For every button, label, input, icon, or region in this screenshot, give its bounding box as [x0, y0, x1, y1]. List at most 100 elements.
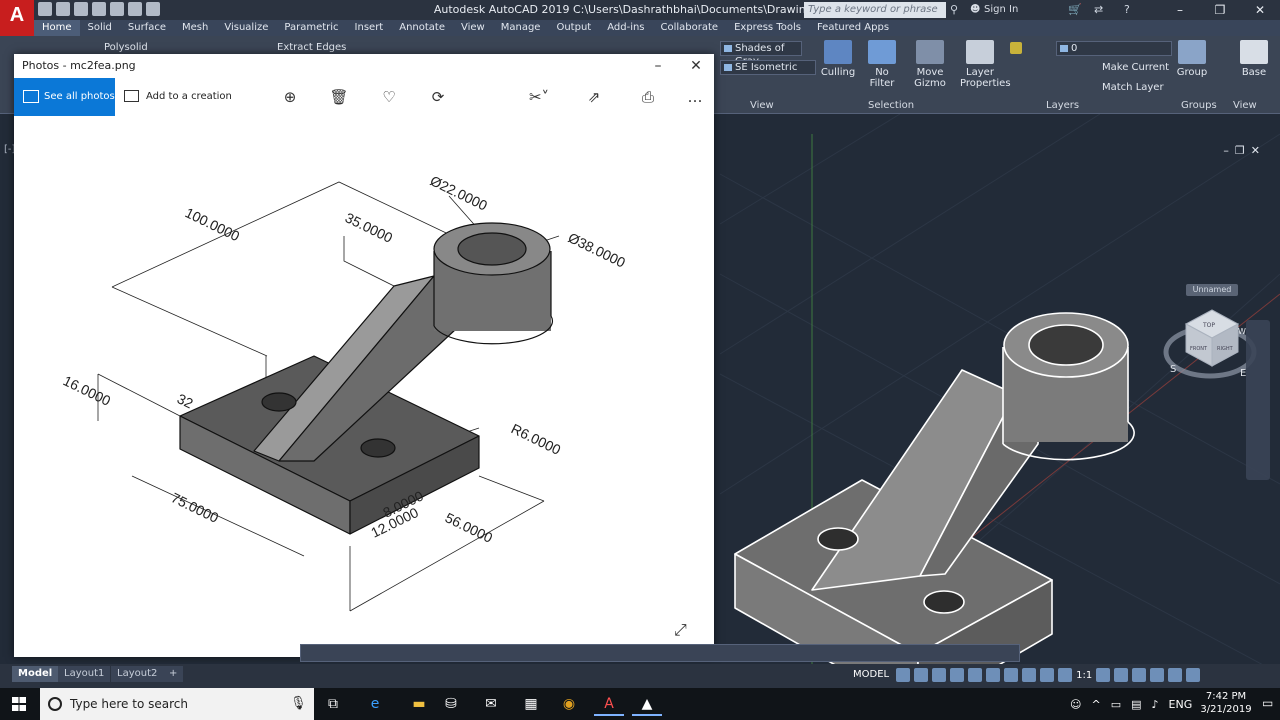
taskbar-search-box[interactable]: Type here to search 🎙: [40, 688, 314, 720]
delete-icon[interactable]: 🗑: [328, 86, 350, 108]
add-to-creation-button[interactable]: Add to a creation: [124, 78, 232, 116]
tab-visualize[interactable]: Visualize: [216, 20, 276, 36]
exchange-icon[interactable]: ⇄: [1094, 3, 1103, 16]
base-button[interactable]: Base: [1234, 40, 1274, 78]
help-icon[interactable]: ?: [1124, 3, 1130, 16]
customize-menu-icon[interactable]: [1186, 668, 1201, 682]
viewcube[interactable]: TOP FRONT RIGHT S E W: [1163, 309, 1257, 379]
edge-browser-icon[interactable]: e: [360, 692, 390, 716]
drawing-window-controls[interactable]: –❐✕: [1223, 144, 1266, 157]
move-gizmo-button[interactable]: Move Gizmo: [910, 40, 950, 89]
zoom-in-icon[interactable]: ⊕: [279, 86, 301, 108]
workspace-gear-icon[interactable]: [1096, 668, 1111, 682]
tab-express-tools[interactable]: Express Tools: [726, 20, 809, 36]
polar-toggle-icon[interactable]: [950, 668, 965, 682]
tab-add-layout[interactable]: +: [163, 666, 184, 682]
volume-icon[interactable]: ♪: [1152, 698, 1159, 711]
tab-add-ins[interactable]: Add-ins: [599, 20, 652, 36]
notifications-icon[interactable]: ▭: [1262, 696, 1273, 710]
input-language[interactable]: ENG: [1169, 698, 1193, 711]
object-snap-toggle-icon[interactable]: [986, 668, 1001, 682]
plus-icon[interactable]: [1114, 668, 1129, 682]
photos-minimize-button[interactable]: –: [640, 54, 676, 78]
sign-in-button[interactable]: ☻ Sign In: [956, 2, 1018, 18]
lineweight-toggle-icon[interactable]: [1004, 668, 1019, 682]
tray-overflow-icon[interactable]: ^: [1091, 698, 1100, 711]
edit-create-icon[interactable]: ✂˅: [522, 86, 556, 108]
favorite-heart-icon[interactable]: ♡: [378, 86, 400, 108]
ucs-menu[interactable]: Unnamed: [1186, 284, 1238, 296]
photos-close-button[interactable]: ✕: [678, 54, 714, 78]
tab-view[interactable]: View: [453, 20, 493, 36]
more-options-icon[interactable]: …: [684, 86, 706, 108]
cart-icon[interactable]: 🛒: [1068, 3, 1082, 16]
close-button[interactable]: ✕: [1240, 0, 1280, 20]
bracket-3d-model[interactable]: [734, 312, 1135, 664]
polysolid-button[interactable]: Polysolid: [104, 42, 148, 53]
start-button[interactable]: [0, 688, 40, 720]
tab-collaborate[interactable]: Collaborate: [653, 20, 727, 36]
visual-style-select[interactable]: Shades of Gray: [720, 41, 802, 67]
maximize-button[interactable]: ❐: [1200, 0, 1240, 20]
taskbar-clock[interactable]: 7:42 PM 3/21/2019: [1196, 690, 1256, 716]
tab-mesh[interactable]: Mesh: [174, 20, 216, 36]
photos-taskbar-icon[interactable]: ▲: [632, 692, 662, 716]
rotate-icon[interactable]: ⟳: [427, 86, 449, 108]
match-layer-button[interactable]: Match Layer: [1102, 82, 1164, 93]
dim-35: 35.0000: [343, 209, 396, 246]
action-center-icon[interactable]: ▭: [1111, 698, 1121, 711]
ortho-toggle-icon[interactable]: [932, 668, 947, 682]
mail-icon[interactable]: ✉: [476, 692, 506, 716]
tab-manage[interactable]: Manage: [493, 20, 549, 36]
print-icon[interactable]: ⎙: [637, 86, 659, 108]
ucs-toggle-icon[interactable]: [1040, 668, 1055, 682]
microphone-icon[interactable]: 🎙: [290, 688, 307, 720]
command-line[interactable]: [300, 644, 1020, 662]
tab-model[interactable]: Model: [12, 666, 59, 682]
tab-layout1[interactable]: Layout1: [58, 666, 111, 682]
grid-toggle-icon[interactable]: [896, 668, 911, 682]
make-current-button[interactable]: Make Current: [1102, 62, 1169, 73]
people-icon[interactable]: ☺: [1070, 698, 1081, 711]
snap-toggle-icon[interactable]: [914, 668, 929, 682]
hardware-accel-icon[interactable]: [1150, 668, 1165, 682]
no-filter-button[interactable]: No Filter: [862, 40, 902, 89]
clean-screen-icon[interactable]: [1168, 668, 1183, 682]
extract-edges-button[interactable]: Extract Edges: [277, 42, 346, 53]
lightbulb-icon[interactable]: [1010, 42, 1022, 54]
see-all-photos-button[interactable]: See all photos: [14, 78, 115, 116]
annotation-icon[interactable]: [1058, 668, 1073, 682]
transparency-toggle-icon[interactable]: [1022, 668, 1037, 682]
tab-output[interactable]: Output: [548, 20, 599, 36]
chrome-icon[interactable]: ◉: [554, 692, 584, 716]
tab-annotate[interactable]: Annotate: [391, 20, 453, 36]
isodraft-toggle-icon[interactable]: [968, 668, 983, 682]
keyword-search-input[interactable]: Type a keyword or phrase: [804, 2, 946, 18]
isolate-icon[interactable]: [1132, 668, 1147, 682]
network-icon[interactable]: ▤: [1131, 698, 1141, 711]
tab-solid[interactable]: Solid: [80, 20, 120, 36]
navigation-bar[interactable]: [1246, 320, 1270, 480]
calculator-icon[interactable]: ▦: [516, 692, 546, 716]
tab-layout2[interactable]: Layout2: [111, 666, 164, 682]
file-explorer-icon[interactable]: ▬: [404, 692, 434, 716]
tab-home[interactable]: Home: [34, 20, 80, 36]
group-button[interactable]: Group: [1172, 40, 1212, 78]
view-direction-select[interactable]: SE Isometric: [720, 60, 816, 75]
tab-parametric[interactable]: Parametric: [276, 20, 346, 36]
task-view-icon[interactable]: ⧉: [318, 692, 348, 716]
layer-select[interactable]: 0: [1056, 41, 1172, 56]
annotation-scale[interactable]: 1:1: [1076, 670, 1092, 681]
minimize-button[interactable]: –: [1160, 0, 1200, 20]
autocad-taskbar-icon[interactable]: A: [594, 692, 624, 716]
store-icon[interactable]: ⛁: [436, 692, 466, 716]
layer-properties-button[interactable]: Layer Properties: [960, 40, 1011, 89]
tab-featured-apps[interactable]: Featured Apps: [809, 20, 897, 36]
share-icon[interactable]: ⇗: [583, 86, 605, 108]
culling-button[interactable]: Culling: [818, 40, 858, 78]
tab-insert[interactable]: Insert: [347, 20, 392, 36]
fullscreen-expand-icon[interactable]: ⤢: [674, 620, 687, 640]
tab-surface[interactable]: Surface: [120, 20, 174, 36]
model-space-toggle[interactable]: MODEL: [850, 667, 892, 683]
autocad-logo[interactable]: A: [0, 0, 34, 36]
